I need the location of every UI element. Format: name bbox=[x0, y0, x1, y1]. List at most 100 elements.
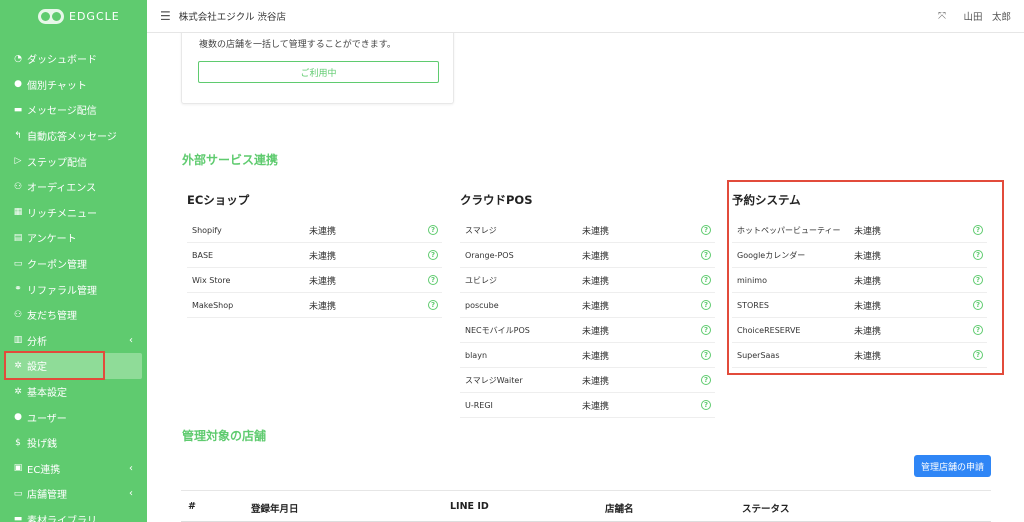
sidebar-item-basic-settings[interactable]: ✲ 基本設定 bbox=[0, 379, 147, 405]
column-title: ECショップ bbox=[187, 193, 250, 207]
service-name: blayn bbox=[465, 350, 488, 360]
sidebar-item-label: EC連携 bbox=[27, 464, 61, 476]
help-icon[interactable]: ? bbox=[428, 250, 438, 260]
help-icon[interactable]: ? bbox=[701, 300, 711, 310]
sidebar-item-dashboard[interactable]: ◔ ダッシュボード bbox=[0, 46, 147, 72]
brand-name: EDGCLE bbox=[69, 10, 120, 23]
ec-icon: ▣ bbox=[13, 463, 23, 474]
service-status: 未連携 bbox=[309, 301, 337, 312]
sidebar-item-label: 友だち管理 bbox=[27, 311, 77, 323]
settings-highlight-frame bbox=[4, 351, 105, 380]
service-name: ユビレジ bbox=[465, 275, 497, 285]
friends-icon: ⚇ bbox=[13, 309, 23, 320]
sidebar-item-auto-reply[interactable]: ↰ 自動応答メッセージ bbox=[0, 123, 147, 149]
column-header-status: ステータス bbox=[742, 504, 790, 515]
dashboard-icon: ◔ bbox=[14, 53, 22, 64]
stores-icon: ▭ bbox=[13, 488, 23, 499]
brand[interactable]: EDGCLE bbox=[0, 0, 147, 33]
reservation-highlight-frame bbox=[727, 180, 1004, 375]
sidebar-item-coupon[interactable]: ▭ クーポン管理 bbox=[0, 251, 147, 277]
help-icon[interactable]: ? bbox=[701, 350, 711, 360]
sidebar-item-label: ステップ配信 bbox=[27, 157, 87, 169]
in-use-button[interactable]: ご利用中 bbox=[198, 61, 439, 83]
survey-icon: ▤ bbox=[13, 232, 23, 243]
service-row: Shopify 未連携? bbox=[187, 218, 442, 243]
column-header-registered-date: 登録年月日 bbox=[251, 504, 299, 515]
sidebar-item-friends[interactable]: ⚇ 友だち管理 bbox=[0, 302, 147, 328]
service-row: U-REGI 未連携? bbox=[460, 393, 715, 418]
logo-icon bbox=[38, 9, 64, 24]
service-name: スマレジWaiter bbox=[465, 375, 523, 385]
service-row: MakeShop 未連携? bbox=[187, 293, 442, 318]
hamburger-icon[interactable]: ☰ bbox=[160, 9, 171, 23]
sidebar-item-label: アンケート bbox=[27, 234, 77, 246]
stores-table-header: # 登録年月日 LINE ID 店舗名 ステータス bbox=[181, 490, 991, 522]
sidebar-item-ec[interactable]: ▣ EC連携 ‹ bbox=[0, 456, 147, 482]
service-status: 未連携 bbox=[309, 251, 337, 262]
sidebar-item-label: 投げ銭 bbox=[27, 439, 57, 451]
service-row: BASE 未連携? bbox=[187, 243, 442, 268]
sidebar-item-users[interactable]: ● ユーザー bbox=[0, 404, 147, 430]
help-icon[interactable]: ? bbox=[701, 250, 711, 260]
sidebar-item-referral[interactable]: ⚭ リファラル管理 bbox=[0, 276, 147, 302]
help-icon[interactable]: ? bbox=[701, 375, 711, 385]
help-icon[interactable]: ? bbox=[701, 325, 711, 335]
help-icon[interactable]: ? bbox=[701, 225, 711, 235]
rich-menu-icon: ▦ bbox=[13, 207, 23, 218]
service-status: 未連携 bbox=[582, 226, 610, 237]
sidebar-item-chat[interactable]: ● 個別チャット bbox=[0, 72, 147, 98]
sidebar-item-audience[interactable]: ⚇ オーディエンス bbox=[0, 174, 147, 200]
column-header-store-name: 店舗名 bbox=[605, 504, 634, 515]
service-row: poscube 未連携? bbox=[460, 293, 715, 318]
card-description: 複数の店舗を一括して管理することができます。 bbox=[199, 40, 396, 50]
sidebar-item-label: リッチメニュー bbox=[27, 208, 97, 220]
sidebar-item-message[interactable]: ▬ メッセージ配信 bbox=[0, 97, 147, 123]
library-icon: ▬ bbox=[13, 514, 23, 522]
help-icon[interactable]: ? bbox=[701, 275, 711, 285]
help-icon[interactable]: ? bbox=[428, 275, 438, 285]
service-row: スマレジWaiter 未連携? bbox=[460, 368, 715, 393]
service-row: NECモバイルPOS 未連携? bbox=[460, 318, 715, 343]
service-name: スマレジ bbox=[465, 225, 497, 235]
user-name[interactable]: 山田 太郎 bbox=[963, 9, 1011, 23]
column-header-number: # bbox=[188, 501, 196, 512]
service-status: 未連携 bbox=[582, 301, 610, 312]
sidebar-item-label: 個別チャット bbox=[27, 80, 87, 92]
column-header-line-id: LINE ID bbox=[450, 501, 489, 512]
sidebar-item-label: 分析 bbox=[27, 336, 47, 348]
help-icon[interactable]: ? bbox=[428, 300, 438, 310]
service-name: NECモバイルPOS bbox=[465, 325, 530, 335]
sidebar-item-step[interactable]: ▷ ステップ配信 bbox=[0, 148, 147, 174]
help-icon[interactable]: ? bbox=[428, 225, 438, 235]
sidebar-item-label: クーポン管理 bbox=[27, 260, 87, 272]
service-name: BASE bbox=[192, 250, 214, 260]
service-name: Orange-POS bbox=[465, 250, 514, 260]
fullscreen-icon[interactable]: ⤧ bbox=[938, 11, 946, 22]
service-status: 未連携 bbox=[582, 251, 610, 262]
store-name: 株式会社エジクル 渋谷店 bbox=[178, 12, 287, 23]
sidebar-item-library[interactable]: ▬ 素材ライブラリ bbox=[0, 507, 147, 522]
chevron-left-icon: ‹ bbox=[129, 334, 133, 346]
service-row: Orange-POS 未連携? bbox=[460, 243, 715, 268]
sidebar-item-tipping[interactable]: $ 投げ銭 bbox=[0, 430, 147, 456]
sidebar-item-label: 基本設定 bbox=[27, 388, 67, 400]
users-icon: ● bbox=[14, 412, 22, 423]
sidebar-item-label: リファラル管理 bbox=[27, 285, 97, 297]
help-icon[interactable]: ? bbox=[701, 400, 711, 410]
sidebar-item-survey[interactable]: ▤ アンケート bbox=[0, 225, 147, 251]
audience-icon: ⚇ bbox=[13, 181, 23, 192]
sidebar-item-rich-menu[interactable]: ▦ リッチメニュー bbox=[0, 200, 147, 226]
service-name: MakeShop bbox=[192, 300, 234, 310]
sidebar-item-stores[interactable]: ▭ 店舗管理 ‹ bbox=[0, 481, 147, 507]
service-name: poscube bbox=[465, 300, 499, 310]
sidebar-item-analysis[interactable]: ▥ 分析 ‹ bbox=[0, 328, 147, 354]
tipping-icon: $ bbox=[15, 437, 21, 448]
sidebar: EDGCLE ◔ ダッシュボード ● 個別チャット ▬ メッセージ配信 ↰ 自動応答メッセージ… bbox=[0, 0, 147, 522]
sidebar-item-label: オーディエンス bbox=[27, 183, 97, 195]
analysis-icon: ▥ bbox=[13, 335, 23, 346]
sidebar-item-label: 店舗管理 bbox=[27, 490, 67, 502]
apply-store-button[interactable]: 管理店舗の申請 bbox=[913, 455, 991, 477]
sidebar-item-label: 素材ライブラリ bbox=[27, 515, 97, 522]
service-status: 未連携 bbox=[309, 276, 337, 287]
service-row: blayn 未連携? bbox=[460, 343, 715, 368]
